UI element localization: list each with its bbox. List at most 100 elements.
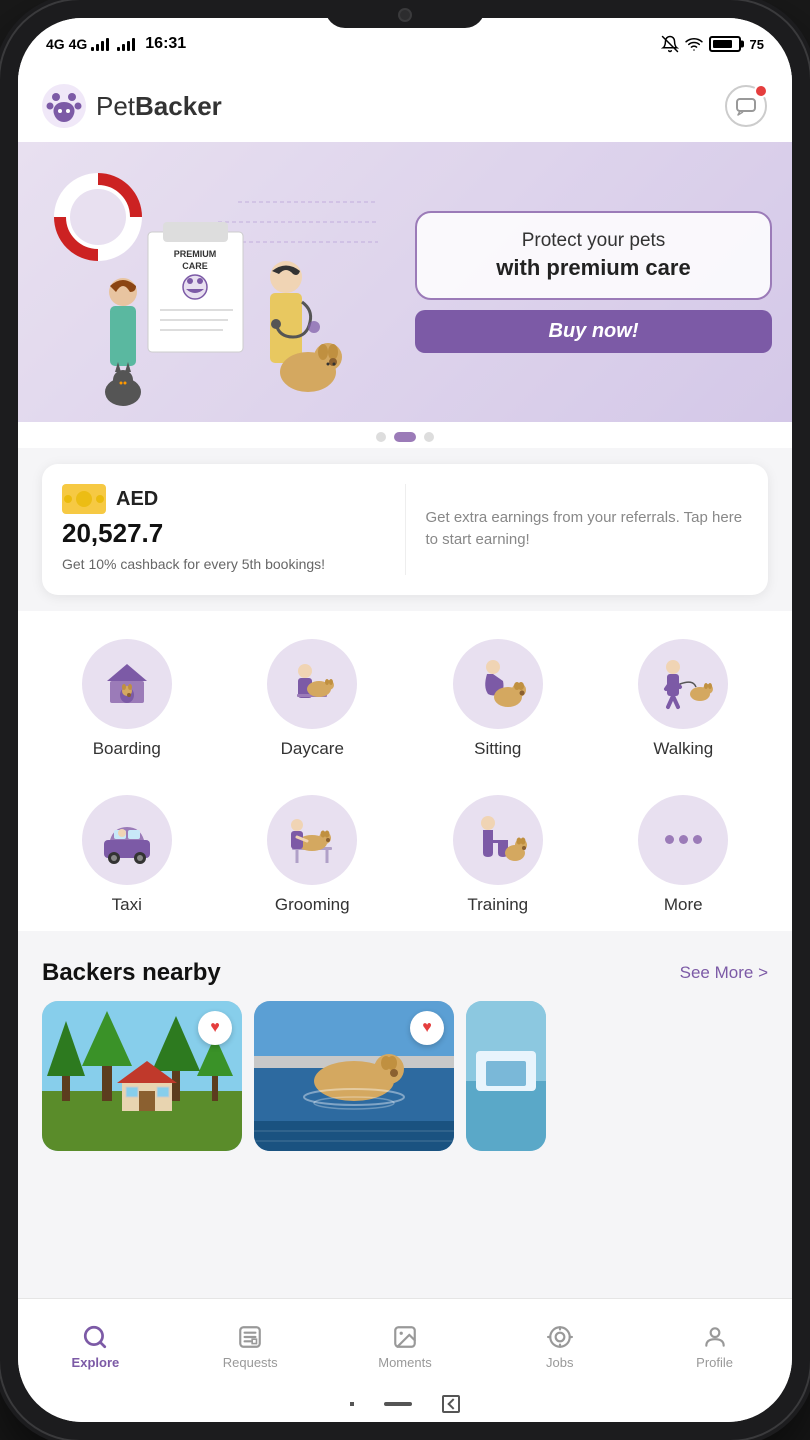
referral-text: Get extra earnings from your referrals. … — [426, 507, 749, 552]
service-walking-label: Walking — [653, 739, 713, 759]
earnings-card[interactable]: AED 20,527.7 Get 10% cashback for every … — [42, 464, 768, 595]
app-header: PetBacker — [18, 70, 792, 142]
home-indicator-bar — [384, 1402, 412, 1406]
nav-jobs[interactable]: Jobs — [482, 1299, 637, 1386]
service-training-icon — [453, 795, 543, 885]
mute-icon — [661, 35, 679, 53]
service-training-label: Training — [467, 895, 528, 915]
see-more-link[interactable]: See More > — [680, 963, 768, 983]
banner-text-box: Protect your pets with premium care — [415, 211, 772, 300]
service-more-icon — [638, 795, 728, 885]
nav-jobs-label: Jobs — [546, 1355, 573, 1370]
nav-profile-label: Profile — [696, 1355, 733, 1370]
service-sitting-label: Sitting — [474, 739, 521, 759]
service-daycare-icon — [267, 639, 357, 729]
currency-label: AED — [116, 488, 158, 511]
services-container: Boarding — [18, 611, 792, 931]
home-bar — [18, 1386, 792, 1422]
more-dot-3 — [693, 835, 702, 844]
backers-section-title: Backers nearby — [42, 959, 221, 987]
money-icon — [62, 484, 106, 514]
nav-profile[interactable]: Profile — [637, 1299, 792, 1386]
nav-explore[interactable]: Explore — [18, 1299, 173, 1386]
sitting-svg — [463, 649, 533, 719]
signal-bar-3 — [101, 41, 104, 51]
signal-bars-2 — [117, 37, 135, 51]
service-boarding[interactable]: Boarding — [34, 627, 220, 775]
service-grooming[interactable]: Grooming — [220, 783, 406, 931]
chat-button[interactable] — [724, 84, 768, 128]
backers-section-header: Backers nearby See More > — [18, 939, 792, 1001]
nav-moments[interactable]: Moments — [328, 1299, 483, 1386]
more-dot-1 — [665, 835, 674, 844]
training-svg — [463, 805, 533, 875]
battery-level: 75 — [750, 37, 764, 52]
banner-dot-1 — [376, 432, 386, 442]
earnings-referral-panel: Get extra earnings from your referrals. … — [406, 484, 749, 575]
nav-requests[interactable]: Requests — [173, 1299, 328, 1386]
nav-explore-label: Explore — [72, 1355, 120, 1370]
battery-indicator — [709, 36, 741, 52]
logo-regular: Pet — [96, 91, 135, 121]
service-boarding-label: Boarding — [93, 739, 161, 759]
service-daycare-label: Daycare — [281, 739, 344, 759]
banner-headline-line2: with premium care — [437, 254, 750, 283]
backer-2-favorite-button[interactable]: ♥ — [410, 1011, 444, 1045]
earnings-left-panel: AED 20,527.7 Get 10% cashback for every … — [62, 484, 406, 575]
signal-bar2-1 — [117, 47, 120, 51]
svg-text:PREMIUM: PREMIUM — [174, 249, 217, 259]
back-indicator — [442, 1395, 460, 1413]
service-grooming-label: Grooming — [275, 895, 350, 915]
earnings-amount: 20,527.7 — [62, 518, 385, 549]
banner-dot-3 — [424, 432, 434, 442]
notch — [325, 0, 485, 28]
home-dot-1 — [350, 1402, 354, 1406]
backers-scroll-list: ♥ — [18, 1001, 792, 1171]
banner-svg-illustration: PREMIUM CARE — [38, 162, 378, 422]
service-training[interactable]: Training — [405, 783, 591, 931]
service-more[interactable]: More — [591, 783, 777, 931]
backer-card-2[interactable]: ♥ — [254, 1001, 454, 1151]
services-grid-row1: Boarding — [18, 611, 792, 775]
backer-card-3[interactable] — [466, 1001, 546, 1151]
grooming-svg — [277, 805, 347, 875]
status-right: 75 — [661, 35, 764, 53]
bottom-navigation: Explore Requests — [18, 1298, 792, 1386]
service-walking[interactable]: Walking — [591, 627, 777, 775]
banner-illustration-area: PREMIUM CARE — [18, 142, 395, 422]
wifi-icon — [685, 35, 703, 53]
battery-tip — [741, 41, 744, 48]
jobs-icon — [546, 1323, 574, 1351]
back-chevron — [447, 1398, 458, 1409]
status-left: 4G 4G 16:31 — [46, 35, 186, 53]
signal-bar2-3 — [127, 41, 130, 51]
petbacker-logo-icon — [42, 84, 86, 128]
walking-svg — [648, 649, 718, 719]
banner-dot-2 — [394, 432, 416, 442]
service-sitting-icon — [453, 639, 543, 729]
heart-icon: ♥ — [210, 1019, 220, 1037]
banner-headline-line1: Protect your pets — [437, 229, 750, 254]
network-label: 4G 4G — [46, 36, 87, 52]
daycare-svg — [277, 649, 347, 719]
signal-bar2-2 — [122, 44, 125, 51]
backer-card-1[interactable]: ♥ — [42, 1001, 242, 1151]
backer-1-favorite-button[interactable]: ♥ — [198, 1011, 232, 1045]
service-sitting[interactable]: Sitting — [405, 627, 591, 775]
boarding-svg — [92, 649, 162, 719]
earnings-cashback-note: Get 10% cashback for every 5th bookings! — [62, 555, 385, 575]
moments-icon — [391, 1323, 419, 1351]
time-display: 16:31 — [145, 35, 186, 53]
banner-text-area: Protect your pets with premium care Buy … — [395, 191, 792, 373]
taxi-svg — [92, 805, 162, 875]
logo-bold: Backer — [135, 91, 222, 121]
screen: 4G 4G 16:31 — [18, 18, 792, 1422]
service-daycare[interactable]: Daycare — [220, 627, 406, 775]
buy-now-button[interactable]: Buy now! — [415, 310, 772, 353]
service-grooming-icon — [267, 795, 357, 885]
explore-icon — [81, 1323, 109, 1351]
banner-pagination — [18, 422, 792, 448]
service-taxi[interactable]: Taxi — [34, 783, 220, 931]
signal-bar2-4 — [132, 38, 135, 51]
promotional-banner[interactable]: PREMIUM CARE — [18, 142, 792, 422]
